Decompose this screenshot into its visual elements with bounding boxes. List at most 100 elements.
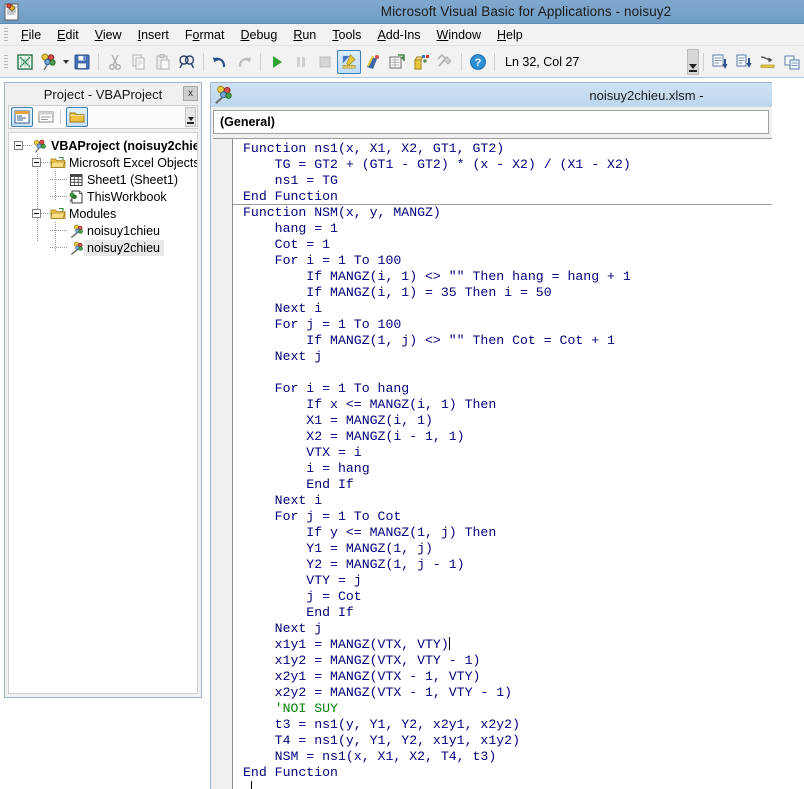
step-over-icon[interactable] <box>732 50 756 74</box>
step-out-icon[interactable] <box>756 50 780 74</box>
code-line[interactable]: 'NOI SUY <box>233 701 772 717</box>
tree-item-sheet1[interactable]: Sheet1 (Sheet1) <box>9 171 197 188</box>
tree-item-vbaproject[interactable]: VBAProject (noisuy2chieu <box>9 137 197 154</box>
toolbar-separator <box>703 52 704 71</box>
code-line[interactable]: j = Cot <box>233 589 772 605</box>
code-line[interactable]: Next j <box>233 349 772 365</box>
undo-icon[interactable] <box>208 50 232 74</box>
code-line[interactable]: x1y2 = MANGZ(VTX, VTY - 1) <box>233 653 772 669</box>
menu-item-edit[interactable]: Edit <box>49 26 87 44</box>
view-object-icon[interactable] <box>35 107 57 127</box>
menu-item-run[interactable]: Run <box>285 26 324 44</box>
code-line[interactable]: For i = 1 To 100 <box>233 253 772 269</box>
tree-item-modules[interactable]: Modules <box>9 205 197 222</box>
menu-item-tools[interactable]: Tools <box>324 26 369 44</box>
object-browser-icon[interactable] <box>409 50 433 74</box>
code-line[interactable]: TG = GT2 + (GT1 - GT2) * (x - X2) / (X1 … <box>233 157 772 173</box>
code-line[interactable]: For i = 1 To hang <box>233 381 772 397</box>
tree-item-thisworkbook[interactable]: ThisWorkbook <box>9 188 197 205</box>
project-tree[interactable]: VBAProject (noisuy2chieu Microsoft Excel… <box>8 132 198 694</box>
menu-item-file[interactable]: File <box>13 26 49 44</box>
code-text-area[interactable]: Function ns1(x, X1, X2, GT1, GT2) TG = G… <box>233 139 772 789</box>
menu-item-file-rest: ile <box>28 27 42 42</box>
code-line[interactable]: ns1 = TG <box>233 173 772 189</box>
menu-item-window[interactable]: Window <box>429 26 489 44</box>
code-line[interactable]: T4 = ns1(y, Y1, Y2, x1y1, x1y2) <box>233 733 772 749</box>
tree-item-excel-objects[interactable]: Microsoft Excel Objects <box>9 154 197 171</box>
code-line[interactable]: X2 = MANGZ(i - 1, 1) <box>233 429 772 445</box>
tree-item-noisuy2chieu[interactable]: noisuy2chieu <box>9 239 197 256</box>
code-line[interactable]: For j = 1 To Cot <box>233 509 772 525</box>
code-line[interactable]: Y1 = MANGZ(1, j) <box>233 541 772 557</box>
menu-item-help[interactable]: Help <box>489 26 531 44</box>
design-mode-icon[interactable] <box>337 49 361 74</box>
view-code-icon[interactable] <box>11 107 33 127</box>
project-explorer-icon[interactable] <box>361 50 385 74</box>
code-window-titlebar[interactable]: noisuy2chieu.xlsm - <box>211 83 772 107</box>
step-into-icon[interactable] <box>708 50 732 74</box>
menu-item-debug[interactable]: Debug <box>232 26 285 44</box>
expander-icon[interactable] <box>32 209 41 218</box>
code-line[interactable]: x1y1 = MANGZ(VTX, VTY) <box>233 637 772 653</box>
code-line[interactable]: VTY = j <box>233 573 772 589</box>
code-line[interactable]: NSM = ns1(x, X1, X2, T4, t3) <box>233 749 772 765</box>
menu-item-addins[interactable]: Add-Ins <box>369 26 428 44</box>
code-line[interactable]: Next i <box>233 493 772 509</box>
code-line[interactable]: End Function <box>233 189 772 205</box>
code-line[interactable]: hang = 1 <box>233 221 772 237</box>
expander-icon[interactable] <box>14 141 23 150</box>
toolbar-separator <box>98 52 99 71</box>
code-line[interactable] <box>233 781 772 789</box>
code-line[interactable]: Function ns1(x, X1, X2, GT1, GT2) <box>233 141 772 157</box>
menu-item-insert[interactable]: Insert <box>130 26 177 44</box>
save-icon[interactable] <box>70 50 94 74</box>
tree-item-noisuy1chieu[interactable]: noisuy1chieu <box>9 222 197 239</box>
code-line[interactable]: End If <box>233 477 772 493</box>
code-line[interactable]: Y2 = MANGZ(1, j - 1) <box>233 557 772 573</box>
properties-window-icon[interactable] <box>385 50 409 74</box>
find-icon[interactable] <box>175 50 199 74</box>
standard-toolbar: ? Ln 32, Col 27 <box>0 46 804 78</box>
toolbar-grip-handle[interactable] <box>4 55 8 68</box>
project-explorer-titlebar[interactable]: Project - VBAProject x <box>5 83 201 105</box>
code-line[interactable]: x2y1 = MANGZ(VTX - 1, VTY) <box>233 669 772 685</box>
code-line[interactable]: For j = 1 To 100 <box>233 317 772 333</box>
insert-dropdown-arrow[interactable] <box>61 50 70 74</box>
help-icon[interactable]: ? <box>466 50 490 74</box>
code-line[interactable]: i = hang <box>233 461 772 477</box>
toolbar-overflow-button[interactable] <box>687 48 699 75</box>
code-line[interactable]: If MANGZ(i, 1) = 35 Then i = 50 <box>233 285 772 301</box>
code-line[interactable]: If MANGZ(i, 1) <> "" Then hang = hang + … <box>233 269 772 285</box>
code-line[interactable]: If MANGZ(1, j) <> "" Then Cot = Cot + 1 <box>233 333 772 349</box>
code-line[interactable] <box>233 365 772 381</box>
menu-item-view[interactable]: View <box>87 26 130 44</box>
run-icon[interactable] <box>265 50 289 74</box>
code-line[interactable]: Next j <box>233 621 772 637</box>
close-icon[interactable]: x <box>183 86 198 101</box>
code-line[interactable]: VTX = i <box>233 445 772 461</box>
code-line[interactable]: Cot = 1 <box>233 237 772 253</box>
code-line[interactable]: X1 = MANGZ(i, 1) <box>233 413 772 429</box>
code-line[interactable]: x2y2 = MANGZ(VTX - 1, VTY - 1) <box>233 685 772 701</box>
expander-icon[interactable] <box>32 158 41 167</box>
menu-grip-handle[interactable] <box>4 28 8 41</box>
code-line[interactable]: If y <= MANGZ(1, j) Then <box>233 525 772 541</box>
project-toolbar-overflow-button[interactable] <box>185 107 196 127</box>
menu-item-run-rest: un <box>302 27 317 42</box>
reset-icon <box>313 50 337 74</box>
code-margin-indicator-bar[interactable] <box>213 139 233 789</box>
object-combo[interactable]: (General) <box>213 110 769 134</box>
code-line[interactable]: End Function <box>233 765 772 781</box>
insert-userform-icon[interactable] <box>37 50 61 74</box>
folder-icon <box>50 206 66 221</box>
locals-window-icon[interactable] <box>780 50 804 74</box>
code-line[interactable]: t3 = ns1(y, Y1, Y2, x2y1, x2y2) <box>233 717 772 733</box>
code-line[interactable]: If x <= MANGZ(i, 1) Then <box>233 397 772 413</box>
menu-item-format[interactable]: Format <box>177 26 233 44</box>
toolbar-separator <box>461 52 462 71</box>
code-line[interactable]: Next i <box>233 301 772 317</box>
code-line[interactable]: End If <box>233 605 772 621</box>
view-excel-icon[interactable] <box>13 50 37 74</box>
toggle-folders-icon[interactable] <box>66 107 88 127</box>
code-line[interactable]: Function NSM(x, y, MANGZ) <box>233 205 772 221</box>
